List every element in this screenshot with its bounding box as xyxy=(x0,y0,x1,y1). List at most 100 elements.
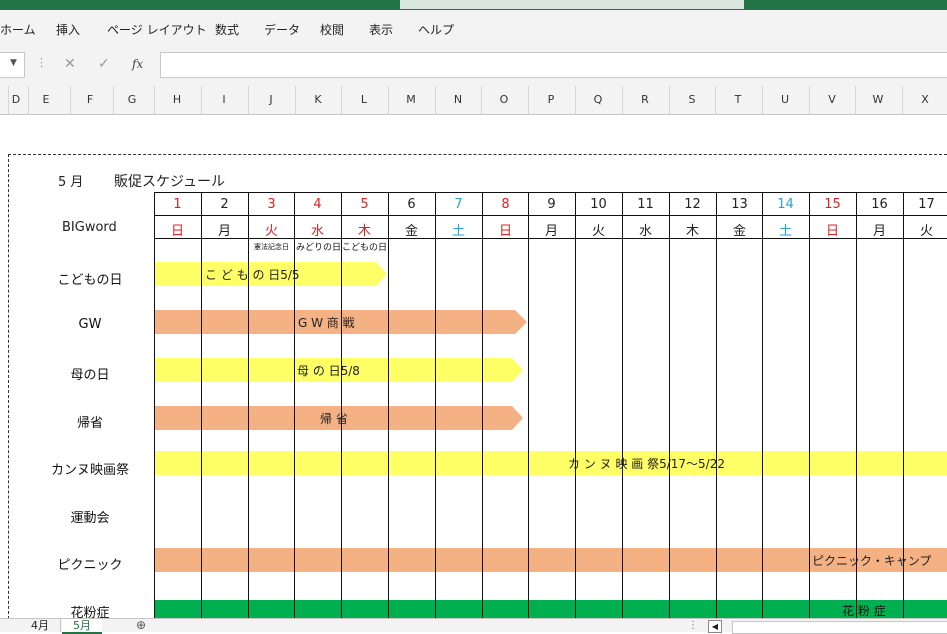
tab-formulas[interactable]: 数式 xyxy=(215,21,239,38)
column-header-g[interactable]: G xyxy=(124,93,140,106)
row-label-mothers-day: 母の日 xyxy=(70,368,110,383)
column-divider xyxy=(855,86,856,114)
weekday[interactable]: 月 xyxy=(856,220,903,239)
grid-row-line xyxy=(154,192,947,193)
tab-home[interactable]: ホーム xyxy=(0,21,36,38)
weekday[interactable]: 火 xyxy=(575,220,622,239)
column-header-h[interactable]: H xyxy=(169,93,185,106)
holiday-constitution: 憲法記念日 xyxy=(254,243,289,251)
column-header-f[interactable]: F xyxy=(82,93,98,106)
bar-mothers-day-text: 母 の 日5/8 xyxy=(297,364,360,378)
sheet-tab-april[interactable]: 4月 xyxy=(20,619,61,632)
weekday[interactable]: 土 xyxy=(762,220,809,239)
chevron-down-icon[interactable]: ▼ xyxy=(10,58,17,68)
column-divider xyxy=(154,86,155,114)
bar-cannes[interactable] xyxy=(154,451,947,475)
add-sheet-icon[interactable]: ⊕ xyxy=(136,619,146,632)
column-header-q[interactable]: Q xyxy=(590,93,606,106)
search-box[interactable] xyxy=(400,0,744,9)
weekday[interactable]: 日 xyxy=(154,220,201,239)
tab-data[interactable]: データ xyxy=(264,21,300,38)
column-header-v[interactable]: V xyxy=(824,93,840,106)
sheet-grid[interactable]: 5 月 販促スケジュール BIGword 憲法記念日 みどりの日 こどもの日 こ… xyxy=(0,114,947,618)
weekday[interactable]: 水 xyxy=(294,220,341,239)
sheet-tab-may[interactable]: 5月 xyxy=(62,619,102,634)
column-header-m[interactable]: M xyxy=(403,93,419,106)
grid-column-line xyxy=(762,192,763,618)
column-header-t[interactable]: T xyxy=(730,93,746,106)
tab-help[interactable]: ヘルプ xyxy=(418,21,454,38)
weekday[interactable]: 月 xyxy=(528,220,575,239)
horizontal-scrollbar[interactable] xyxy=(732,621,947,634)
cancel-icon[interactable]: ✕ xyxy=(64,56,76,72)
grid-column-line xyxy=(482,192,483,618)
grid-column-line xyxy=(669,192,670,618)
column-divider xyxy=(70,86,71,114)
weekday[interactable]: 月 xyxy=(201,220,248,239)
scroll-left-icon[interactable]: ◀ xyxy=(708,620,722,633)
weekday[interactable]: 火 xyxy=(248,220,295,239)
day-number[interactable]: 17 xyxy=(903,197,947,212)
weekday[interactable]: 水 xyxy=(622,220,669,239)
day-number[interactable]: 11 xyxy=(622,197,669,212)
column-header-o[interactable]: O xyxy=(496,93,512,106)
column-headers: D E F G H I J K L M N O P Q R S T U V W X xyxy=(0,86,947,115)
day-number[interactable]: 14 xyxy=(762,197,809,212)
tab-view[interactable]: 表示 xyxy=(369,21,393,38)
column-divider xyxy=(902,86,903,114)
grid-column-line xyxy=(388,192,389,618)
day-number[interactable]: 4 xyxy=(294,197,341,212)
day-number[interactable]: 12 xyxy=(669,197,716,212)
weekday[interactable]: 木 xyxy=(669,220,716,239)
grid-column-line xyxy=(154,192,155,618)
row-label-kodomo: こどもの日 xyxy=(57,273,123,288)
day-number[interactable]: 7 xyxy=(435,197,482,212)
column-header-p[interactable]: P xyxy=(543,93,559,106)
column-header-i[interactable]: I xyxy=(216,93,232,106)
day-number[interactable]: 3 xyxy=(248,197,295,212)
weekday[interactable]: 土 xyxy=(435,220,482,239)
day-number[interactable]: 16 xyxy=(856,197,903,212)
day-number[interactable]: 1 xyxy=(154,197,201,212)
day-number[interactable]: 15 xyxy=(809,197,856,212)
name-box[interactable]: ▼ xyxy=(0,52,25,78)
fx-icon[interactable]: fx xyxy=(132,57,143,71)
tab-review[interactable]: 校閲 xyxy=(320,21,344,38)
grid-column-line xyxy=(716,192,717,618)
day-number[interactable]: 9 xyxy=(528,197,575,212)
weekday[interactable]: 木 xyxy=(341,220,388,239)
formula-input[interactable] xyxy=(160,52,947,78)
column-header-k[interactable]: K xyxy=(310,93,326,106)
column-header-e[interactable]: E xyxy=(38,93,54,106)
weekday[interactable]: 金 xyxy=(716,220,763,239)
print-area-border-top xyxy=(8,154,947,155)
day-number[interactable]: 5 xyxy=(341,197,388,212)
column-header-u[interactable]: U xyxy=(777,93,793,106)
bigword-label: BIGword xyxy=(62,220,117,235)
column-header-j[interactable]: J xyxy=(263,93,279,106)
day-number[interactable]: 8 xyxy=(482,197,529,212)
day-number[interactable]: 10 xyxy=(575,197,622,212)
weekday[interactable]: 日 xyxy=(482,220,529,239)
column-header-w[interactable]: W xyxy=(870,93,886,106)
tab-insert[interactable]: 挿入 xyxy=(56,21,80,38)
column-header-n[interactable]: N xyxy=(450,93,466,106)
tab-page-layout[interactable]: ページ レイアウト xyxy=(107,21,207,38)
weekday[interactable]: 火 xyxy=(903,220,947,239)
day-number[interactable]: 13 xyxy=(716,197,763,212)
column-header-s[interactable]: S xyxy=(684,93,700,106)
weekday[interactable]: 金 xyxy=(388,220,435,239)
weekday[interactable]: 日 xyxy=(809,220,856,239)
column-header-r[interactable]: R xyxy=(637,93,653,106)
column-header-x[interactable]: X xyxy=(917,93,933,106)
check-icon[interactable]: ✓ xyxy=(98,56,110,72)
column-header-d[interactable]: D xyxy=(8,93,24,106)
row-label-cannes: カンヌ映画祭 xyxy=(50,463,129,478)
column-header-l[interactable]: L xyxy=(356,93,372,106)
day-number[interactable]: 6 xyxy=(388,197,435,212)
more-dots-icon: ⋮ xyxy=(36,56,47,69)
month-label: 5 月 xyxy=(58,175,84,190)
day-number[interactable]: 2 xyxy=(201,197,248,212)
column-divider xyxy=(809,86,810,114)
bar-pollen[interactable] xyxy=(154,600,947,618)
